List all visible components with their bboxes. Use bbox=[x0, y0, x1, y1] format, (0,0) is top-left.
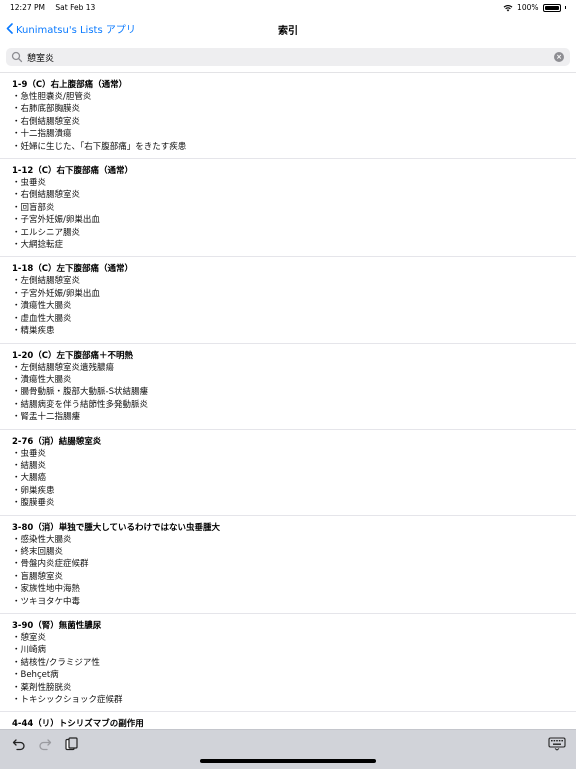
entry-item: ・虫垂炎 bbox=[12, 178, 47, 189]
battery-icon bbox=[542, 3, 561, 12]
entry-item: ・大網捻転症 bbox=[12, 240, 64, 251]
entry-item: ・盲腸憩室炎 bbox=[12, 571, 64, 582]
entry-item: ・大腸癌 bbox=[12, 473, 47, 484]
undo-icon[interactable] bbox=[12, 737, 26, 751]
entry-item: ・子宮外妊娠/卵巣出血 bbox=[12, 215, 100, 226]
status-right: 100% bbox=[503, 3, 566, 12]
entry-item: ・急性胆嚢炎/胆管炎 bbox=[12, 92, 92, 102]
result-entry[interactable]: 1-9（C）右上腹部痛（通常） ・急性胆嚢炎/胆管炎 ・右肺底部胸膜炎 ・右側結腸憩室… bbox=[0, 73, 576, 160]
entry-item: ・ツキヨタケ中毒 bbox=[12, 596, 81, 607]
entry-item: ・潰瘍性大腸炎 bbox=[12, 301, 72, 312]
navigation-bar: Kunimatsu's Lists アプリ 索引 bbox=[0, 16, 576, 42]
keyboard-toolbar bbox=[0, 729, 576, 769]
entry-title: 1-12（C）右下腹部痛（通常） bbox=[12, 166, 134, 177]
keyboard-dismiss-icon[interactable] bbox=[548, 737, 566, 751]
entry-title: 1-9（C）右上腹部痛（通常） bbox=[12, 80, 128, 90]
entry-item: ・結腸病変を伴う結節性多発動脈炎 bbox=[12, 399, 149, 410]
page-title: 索引 bbox=[278, 26, 298, 37]
entry-item: ・回盲部炎 bbox=[12, 202, 55, 213]
entry-item: ・精巣疾患 bbox=[12, 326, 55, 337]
entry-item: ・感染性大腸炎 bbox=[12, 534, 72, 545]
result-entry[interactable]: 1-12（C）右下腹部痛（通常） ・虫垂炎 ・右側結腸憩室炎 ・回盲部炎・子宮外妊娠/… bbox=[0, 159, 576, 258]
paste-icon[interactable] bbox=[64, 737, 78, 751]
entry-item: ・腹膜垂炎 bbox=[12, 498, 55, 509]
entry-item: ・家族性地中海熱 bbox=[12, 584, 81, 595]
wifi-icon bbox=[503, 4, 513, 11]
entry-item: ・骨盤内炎症症候群 bbox=[12, 559, 89, 570]
search-icon bbox=[11, 51, 23, 63]
battery-tip bbox=[564, 6, 566, 9]
result-entry[interactable]: 1-20（C）左下腹部痛＋不明熱 ・左側結腸憩室炎遺残膿瘍 ・潰瘍性大腸炎・腸骨動脈… bbox=[0, 344, 576, 430]
result-entry[interactable]: 2-76（消）結腸憩室炎 ・虫垂炎 ・結腸炎・大腸癌 ・卵巣疾患・腹膜垂炎 bbox=[0, 430, 576, 516]
entry-item: ・右側結腸憩室炎 bbox=[12, 116, 81, 127]
entry-item: ・川崎病 bbox=[12, 645, 47, 656]
result-entry[interactable]: 3-90（腎）無菌性膿尿 ・憩室炎 ・川崎病 ・結核性/クラミジア性 ・Behçet病・… bbox=[0, 614, 576, 713]
entry-item: ・Behçet病 bbox=[12, 670, 59, 681]
entry-item: ・子宮外妊娠/卵巣出血 bbox=[12, 288, 100, 299]
search-area: × bbox=[0, 44, 576, 73]
entry-item: ・薬剤性膀胱炎 bbox=[12, 682, 72, 693]
result-entry[interactable]: 3-80（消）単独で腫大しているわけではない虫垂腫大 ・感染性大腸炎 ・終末回腸炎・… bbox=[0, 516, 576, 614]
entry-title: 1-20（C）左下腹部痛＋不明熱 bbox=[12, 350, 134, 361]
entry-title: 3-90（腎）無菌性膿尿 bbox=[12, 621, 102, 631]
search-box[interactable]: × bbox=[6, 48, 570, 66]
entry-title: 4-44（リ）トシリズマブの副作用 bbox=[12, 719, 144, 729]
entry-item: ・左側結腸憩室炎 bbox=[12, 276, 81, 287]
entry-item: ・潰瘍性大腸炎 bbox=[12, 374, 72, 385]
entry-item: ・虫垂炎 bbox=[12, 448, 47, 459]
entry-item: ・腸骨動脈・腹部大動脈-S状結腸瘻 bbox=[12, 387, 148, 398]
status-time: 12:27 PM bbox=[10, 3, 45, 12]
entry-item: ・腎盂十二指腸瘻 bbox=[12, 412, 81, 423]
entry-item: ・結核性/クラミジア性 bbox=[12, 657, 100, 668]
entry-item: ・エルシニア腸炎 bbox=[12, 227, 81, 238]
entry-item: ・終末回腸炎 bbox=[12, 546, 64, 557]
result-entry[interactable]: 4-44（リ）トシリズマブの副作用・感染症の発見の遅れ・細菌性肺炎 bbox=[0, 712, 576, 729]
entry-title: 2-76（消）結腸憩室炎 bbox=[12, 436, 102, 447]
result-entry[interactable]: 1-18（C）左下腹部痛（通常） ・左側結腸憩室炎 ・子宮外妊娠/卵巣出血 ・潰瘍性大… bbox=[0, 257, 576, 344]
entry-item: ・卵巣疾患 bbox=[12, 485, 55, 496]
entry-item: ・右側結腸憩室炎 bbox=[12, 190, 81, 201]
entry-item: ・十二指腸潰瘍 bbox=[12, 129, 72, 140]
redo-icon[interactable] bbox=[38, 737, 52, 751]
entry-item: ・結腸炎 bbox=[12, 460, 47, 471]
clear-search-icon[interactable]: × bbox=[554, 52, 564, 62]
search-input[interactable] bbox=[27, 52, 554, 62]
status-bar: 12:27 PM Sat Feb 13 100% bbox=[0, 0, 576, 16]
home-indicator bbox=[200, 759, 376, 763]
status-left: 12:27 PM Sat Feb 13 bbox=[10, 3, 95, 12]
status-date: Sat Feb 13 bbox=[55, 3, 96, 12]
entry-item: ・トキシックショック症候群 bbox=[12, 695, 123, 706]
battery-percent: 100% bbox=[517, 3, 539, 12]
entry-item: ・妊婦に生じた、「右下腹部痛」をきたす疾患 bbox=[12, 141, 187, 152]
entry-title: 3-80（消）単独で腫大しているわけではない虫垂腫大 bbox=[12, 522, 221, 533]
results-list: 1-9（C）右上腹部痛（通常） ・急性胆嚢炎/胆管炎 ・右肺底部胸膜炎 ・右側結腸憩室… bbox=[0, 73, 576, 729]
entry-item: ・虚血性大腸炎 bbox=[12, 313, 72, 324]
entry-item: ・左側結腸憩室炎遺残膿瘍 bbox=[12, 362, 115, 373]
entry-item: ・憩室炎 bbox=[12, 633, 47, 643]
entry-title: 1-18（C）左下腹部痛（通常） bbox=[12, 264, 134, 275]
entry-item: ・右肺底部胸膜炎 bbox=[12, 104, 81, 115]
